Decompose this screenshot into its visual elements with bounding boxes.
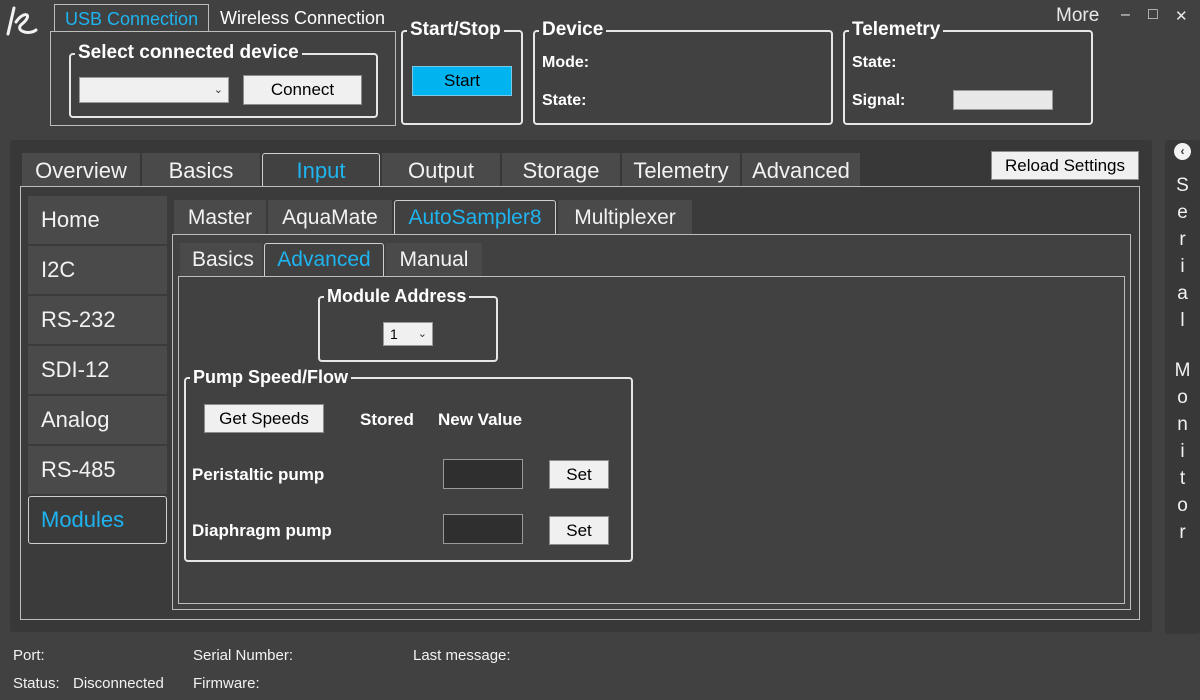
firmware-label: Firmware: [193, 675, 260, 692]
status-value: Disconnected [73, 675, 164, 692]
tab-master[interactable]: Master [174, 200, 266, 234]
diaphragm-new-value-input[interactable] [443, 514, 523, 544]
tab-input[interactable]: Input [262, 153, 380, 187]
peristaltic-set-button[interactable]: Set [549, 460, 609, 489]
peristaltic-pump-label: Peristaltic pump [192, 465, 325, 484]
stored-header: Stored [360, 410, 414, 429]
serial-monitor-letter: o [1177, 387, 1188, 408]
close-icon[interactable]: ✕ [1175, 7, 1188, 25]
device-state-label: State: [542, 92, 587, 109]
tab-autosampler8[interactable]: AutoSampler8 [394, 200, 556, 234]
connect-button[interactable]: Connect [243, 75, 362, 105]
get-speeds-button[interactable]: Get Speeds [204, 404, 324, 433]
serial-monitor-letter: i [1180, 256, 1185, 277]
serial-monitor-letter: a [1177, 283, 1188, 304]
sidebar-item-rs232[interactable]: RS-232 [28, 296, 167, 344]
serial-monitor-letter: r [1179, 522, 1186, 543]
reload-settings-button[interactable]: Reload Settings [991, 151, 1139, 180]
tab-sub-manual[interactable]: Manual [386, 243, 482, 276]
chevron-down-icon: ⌄ [213, 83, 223, 96]
serial-monitor-letter: n [1177, 414, 1188, 435]
device-group: Device [533, 19, 833, 125]
tab-aquamate[interactable]: AquaMate [268, 200, 392, 234]
device-select-label: Select connected device [75, 42, 302, 64]
status-label: Status: [13, 675, 60, 692]
tab-storage[interactable]: Storage [502, 153, 620, 187]
tab-telemetry[interactable]: Telemetry [622, 153, 740, 187]
last-message-label: Last message: [413, 647, 511, 664]
serial-number-label: Serial Number: [193, 647, 294, 664]
signal-strength-bar [953, 90, 1053, 110]
tab-overview[interactable]: Overview [22, 153, 140, 187]
sidebar-item-i2c[interactable]: I2C [28, 246, 167, 294]
serial-monitor-rail[interactable]: ‹ S e r i a l M o n i t o r [1165, 140, 1200, 634]
serial-monitor-letter: t [1179, 468, 1186, 489]
module-address-value: 1 [390, 326, 398, 342]
sidebar-item-sdi12[interactable]: SDI-12 [28, 346, 167, 394]
maximize-icon[interactable]: □ [1148, 6, 1158, 24]
sidebar-item-home[interactable]: Home [28, 196, 167, 244]
pump-speed-label: Pump Speed/Flow [190, 366, 352, 388]
serial-monitor-letter: e [1177, 202, 1188, 223]
minimize-icon[interactable]: – [1121, 6, 1130, 24]
tab-multiplexer[interactable]: Multiplexer [558, 200, 692, 234]
tab-advanced[interactable]: Advanced [742, 153, 860, 187]
telemetry-group: Telemetry [843, 19, 1093, 125]
autosampler-subtabs: Basics Advanced Manual [180, 243, 482, 276]
start-button[interactable]: Start [412, 66, 512, 96]
telemetry-state-label: State: [852, 54, 897, 71]
new-value-header: New Value [438, 410, 523, 429]
peristaltic-new-value-input[interactable] [443, 459, 523, 489]
app-logo-icon [6, 6, 38, 36]
sidebar-item-modules[interactable]: Modules [28, 496, 167, 544]
tab-usb-connection[interactable]: USB Connection [54, 4, 210, 32]
chevron-down-icon: ⌄ [417, 327, 427, 340]
sidebar-item-analog[interactable]: Analog [28, 396, 167, 444]
serial-monitor-letter: l [1180, 310, 1185, 331]
start-stop-label: Start/Stop [407, 19, 504, 41]
module-address-select[interactable]: 1 ⌄ [383, 322, 433, 346]
diaphragm-set-button[interactable]: Set [549, 516, 609, 545]
device-mode-label: Mode: [542, 54, 590, 71]
module-tabs: Master AquaMate AutoSampler8 Multiplexer [174, 200, 692, 234]
tab-sub-basics[interactable]: Basics [180, 243, 262, 276]
serial-monitor-letter: M [1174, 360, 1191, 381]
tab-wireless-connection[interactable]: Wireless Connection [210, 4, 395, 32]
device-combobox[interactable]: ⌄ [79, 77, 229, 103]
serial-monitor-letter: S [1176, 175, 1189, 196]
tab-basics[interactable]: Basics [142, 153, 260, 187]
device-label: Device [539, 19, 607, 41]
chevron-left-icon[interactable]: ‹ [1174, 143, 1191, 160]
serial-monitor-letter: i [1180, 441, 1185, 462]
main-tabs: Overview Basics Input Output Storage Tel… [22, 153, 860, 187]
module-address-label: Module Address [324, 285, 470, 307]
port-label: Port: [13, 647, 45, 664]
diaphragm-pump-label: Diaphragm pump [192, 521, 332, 540]
more-menu[interactable]: More [1056, 5, 1099, 27]
tab-output[interactable]: Output [382, 153, 500, 187]
sidebar-item-rs485[interactable]: RS-485 [28, 446, 167, 494]
serial-monitor-letter: o [1177, 495, 1188, 516]
serial-monitor-letter: r [1179, 229, 1186, 250]
tab-sub-advanced[interactable]: Advanced [264, 243, 384, 276]
telemetry-signal-label: Signal: [852, 92, 906, 109]
telemetry-label: Telemetry [849, 19, 944, 41]
